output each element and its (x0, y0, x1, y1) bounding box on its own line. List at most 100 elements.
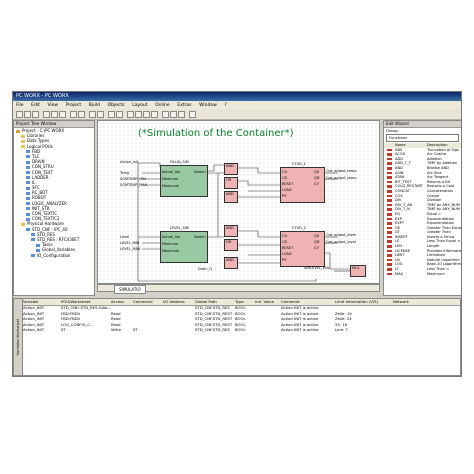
and-gate-1[interactable]: AND (224, 163, 238, 175)
folder-icon (21, 134, 25, 138)
redo-icon[interactable] (78, 111, 85, 118)
or-gate-2[interactable]: OR (224, 239, 238, 251)
pou-icon (26, 176, 30, 180)
project-tree-panel: Project Tree Window Project : C:\PC WORX… (13, 120, 95, 296)
or-gate-1[interactable]: OR (224, 177, 238, 189)
and-gate-2-label: AND (226, 192, 234, 196)
var-simlevel-fail[interactable]: SIMLEVEL_FAIL (304, 266, 330, 270)
menu-extras[interactable]: Extras (177, 103, 191, 108)
mul-block[interactable]: MUL (350, 265, 366, 277)
pou-icon (26, 217, 30, 221)
and-gate-4[interactable]: AND (224, 257, 238, 269)
variables-panel: Variables Worksheet Variable POU/Workshee… (13, 298, 461, 376)
open-icon[interactable] (24, 111, 31, 118)
var-level[interactable]: Level (120, 235, 129, 239)
var-somtemp-max[interactable]: SOMTEMP_MAX (120, 183, 147, 187)
menu-edit[interactable]: Edit (31, 103, 40, 108)
var-somtemp-min[interactable]: SOMTEMP_MIN (120, 177, 146, 181)
column-header[interactable]: Command (133, 299, 153, 305)
insert-fb-icon[interactable] (162, 111, 169, 118)
var-out-temp-2[interactable]: Out_output_temp (326, 176, 357, 180)
var-drain-q[interactable]: Drain_Q (198, 267, 212, 271)
function-icon (387, 180, 392, 184)
function-icon (387, 226, 392, 230)
worksheet-tab-simulation[interactable]: SIMULATIO (114, 285, 146, 294)
menu-layout[interactable]: Layout (132, 103, 147, 108)
folder-icon (21, 145, 25, 149)
var-temp[interactable]: Temp (120, 171, 129, 175)
menu-objects[interactable]: Objects (108, 103, 125, 108)
column-header[interactable]: Global Path (195, 299, 217, 305)
column-header[interactable]: I/O Address (163, 299, 185, 305)
compile-icon[interactable] (89, 111, 96, 118)
function-icon (387, 176, 392, 179)
function-icon (387, 235, 392, 239)
menu-file[interactable]: File (16, 103, 24, 108)
tree-item-label: IO_Configuration (37, 252, 71, 258)
menu-build[interactable]: Build (89, 103, 100, 108)
function-icon (387, 194, 392, 198)
function-list: ABS Truncation of Sign ACOS Arc Cosine ADD Ad… (384, 148, 461, 277)
variables-side-label: Variables Worksheet (16, 318, 20, 356)
and-gate-2[interactable]: AND (224, 191, 238, 203)
var-out-level-2[interactable]: Out_output_level (326, 240, 356, 244)
menu-project[interactable]: Project (66, 103, 81, 108)
column-header[interactable]: Comment (281, 299, 300, 305)
ctud-1-cd: CD (282, 176, 288, 180)
column-header[interactable]: Network (393, 299, 409, 305)
cut-icon[interactable] (43, 111, 50, 118)
function-list-item[interactable]: MAX Maximum (384, 272, 461, 277)
pou-icon (36, 243, 40, 247)
menu-help[interactable]: ? (224, 103, 226, 108)
column-header[interactable]: Init. Value (255, 299, 274, 305)
zoom-out-icon[interactable] (116, 111, 123, 118)
paste-icon[interactable] (59, 111, 66, 118)
group-select[interactable]: Functions (386, 134, 459, 142)
new-icon[interactable] (16, 111, 23, 118)
help-icon[interactable] (189, 111, 196, 118)
var-out-temp-1[interactable]: Out_output_temp (326, 169, 357, 173)
fbd-worksheet-canvas[interactable]: (*Simulation of the Container*) FILLIN_S… (97, 120, 380, 284)
insert-line-icon[interactable] (178, 111, 185, 118)
fillin-port-actual: Actual_Val (162, 170, 180, 174)
and-gate-3[interactable]: AND (224, 225, 238, 237)
stop-icon[interactable] (151, 111, 158, 118)
function-icon (387, 245, 392, 248)
project-tree: Project : C:\PC WORX Libraries Data Types L… (14, 128, 94, 258)
column-header[interactable]: Limit Information (V/S) (335, 299, 378, 305)
ctud-1-pv: PV (282, 194, 287, 198)
undo-icon[interactable] (70, 111, 77, 118)
menu-view[interactable]: View (47, 103, 58, 108)
table-row[interactable]: Action_INIT ST Write ST STD_CNF.STD_RES BOOL A… (23, 327, 460, 333)
function-icon (387, 199, 392, 202)
menu-online[interactable]: Online (155, 103, 170, 108)
ctud-1-qd: QD (314, 176, 320, 180)
variables-side-tab[interactable]: Variables Worksheet (14, 299, 23, 375)
pou-icon (26, 155, 30, 159)
save-icon[interactable] (32, 111, 39, 118)
menu-window[interactable]: Window (199, 103, 217, 108)
table-cell: BOOL (235, 327, 246, 332)
connection-lines (137, 162, 350, 282)
function-icon (387, 189, 392, 193)
warm-start-icon[interactable] (143, 111, 150, 118)
column-header[interactable]: Access (111, 299, 124, 305)
zoom-in-icon[interactable] (108, 111, 115, 118)
var-out-level-1[interactable]: Out_output_level (326, 233, 356, 237)
var-level-max[interactable]: LEVEL_MAX (120, 247, 140, 251)
var-level-min[interactable]: LEVEL_MIN (120, 241, 139, 245)
var-action-init[interactable]: Action_Init (120, 160, 138, 164)
cold-start-icon[interactable] (135, 111, 142, 118)
insert-variable-icon[interactable] (170, 111, 177, 118)
function-icon (387, 157, 392, 161)
tree-item[interactable]: IO_Configuration (14, 253, 94, 258)
make-icon[interactable] (97, 111, 104, 118)
pou-icon (31, 233, 35, 237)
column-header[interactable]: POU/Worksheet (61, 299, 91, 305)
column-header[interactable]: Type (235, 299, 244, 305)
application-window: PC WORX - PC WORX File Edit View Project… (12, 91, 462, 377)
fillin-port-max: Maximum (162, 184, 180, 188)
column-header[interactable]: Variable (23, 299, 38, 305)
debug-icon[interactable] (127, 111, 134, 118)
copy-icon[interactable] (51, 111, 58, 118)
